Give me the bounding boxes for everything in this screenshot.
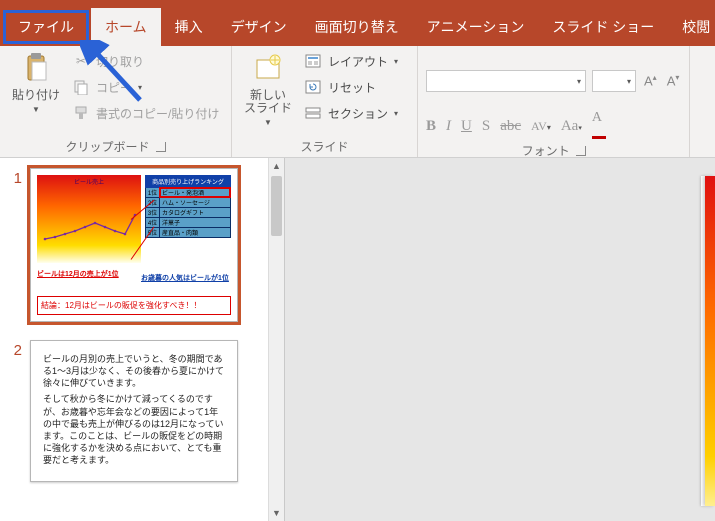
tab-design[interactable]: デザイン xyxy=(217,8,301,46)
paste-label: 貼り付け xyxy=(12,89,60,102)
shadow-button[interactable]: S xyxy=(482,118,490,135)
scroll-down-icon[interactable]: ▼ xyxy=(269,505,284,521)
tab-home[interactable]: ホーム xyxy=(91,8,161,46)
decrease-font-button[interactable]: A▾ xyxy=(665,73,682,88)
copy-button[interactable]: コピー ▾ xyxy=(70,76,221,98)
slide-canvas[interactable] xyxy=(285,158,715,521)
dialog-launcher-icon[interactable] xyxy=(156,142,166,152)
title-bar xyxy=(0,0,715,8)
table-cell: 1位 xyxy=(146,188,160,197)
slide-thumbnail-2[interactable]: ビールの月別の売上でいうと、冬の期間である1～3月は少なく、その後春から夏にかけ… xyxy=(30,340,238,482)
thumb-number: 1 xyxy=(6,168,22,322)
slide1-chart-title: ビール売上 xyxy=(37,177,141,186)
table-cell: 産直品・肉類 xyxy=(160,228,230,237)
new-slide-label: 新しい スライド xyxy=(244,89,292,115)
layout-button[interactable]: レイアウト ▾ xyxy=(302,50,400,72)
group-slides-label: スライド xyxy=(300,138,348,155)
format-painter-button[interactable]: 書式のコピー/貼り付け xyxy=(70,102,221,124)
section-label: セクション xyxy=(328,105,388,122)
font-size-combo[interactable]: ▾ xyxy=(592,70,636,92)
thumbnail-pane: 1 ビール売上 商品別売り上げランキング 1位ビール・発泡酒 2位ハム・ソーセー… xyxy=(0,158,285,521)
table-cell: カタログギフト xyxy=(160,208,230,217)
paintbrush-icon xyxy=(72,104,90,122)
line-chart-icon xyxy=(43,209,143,249)
slide1-conclusion: 結論：12月はビールの販促を強化すべき！！ xyxy=(37,296,231,315)
group-slides: 新しい スライド ▼ レイアウト ▾ リセット セクション ▾ xyxy=(232,46,418,157)
chevron-down-icon: ▾ xyxy=(394,109,398,118)
change-case-button[interactable]: Aa▾ xyxy=(561,118,582,135)
paste-icon xyxy=(19,52,53,86)
group-font-label: フォント xyxy=(522,142,570,159)
chevron-down-icon: ▼ xyxy=(264,118,272,127)
slide1-chart: ビール売上 xyxy=(37,175,141,263)
slide1-table: 商品別売り上げランキング 1位ビール・発泡酒 2位ハム・ソーセージ 3位カタログ… xyxy=(145,175,231,238)
table-cell: ハム・ソーセージ xyxy=(160,198,230,207)
copy-label: コピー xyxy=(96,79,132,96)
char-spacing-button[interactable]: AV▾ xyxy=(531,119,551,134)
section-button[interactable]: セクション ▾ xyxy=(302,102,400,124)
slide1-caption-left: ビールは12月の売上が1位 xyxy=(37,269,119,279)
workspace: 1 ビール売上 商品別売り上げランキング 1位ビール・発泡酒 2位ハム・ソーセー… xyxy=(0,158,715,521)
copy-icon xyxy=(72,78,90,96)
thumb-number: 2 xyxy=(6,340,22,482)
reset-label: リセット xyxy=(328,79,376,96)
layout-label: レイアウト xyxy=(328,53,388,70)
slide-thumbnail-1[interactable]: ビール売上 商品別売り上げランキング 1位ビール・発泡酒 2位ハム・ソーセージ … xyxy=(30,168,238,322)
paste-button[interactable]: 貼り付け ▼ xyxy=(8,50,64,116)
underline-button[interactable]: U xyxy=(461,118,472,135)
tab-transitions[interactable]: 画面切り替え xyxy=(301,8,413,46)
group-clipboard-label: クリップボード xyxy=(65,138,149,155)
new-slide-button[interactable]: 新しい スライド ▼ xyxy=(240,50,296,129)
font-color-button[interactable]: A xyxy=(592,110,606,142)
italic-button[interactable]: I xyxy=(446,118,451,135)
table-cell: ビール・発泡酒 xyxy=(160,188,230,197)
table-cell: 洋菓子 xyxy=(160,218,230,227)
new-slide-icon xyxy=(251,52,285,86)
tab-file[interactable]: ファイル xyxy=(3,10,89,44)
slide1-caption-right: お歳暮の人気はビールが1位 xyxy=(141,273,229,283)
dialog-launcher-icon[interactable] xyxy=(576,146,586,156)
ribbon: 貼り付け ▼ ✂ 切り取り コピー ▾ 書式のコピー/貼り付け クリップ xyxy=(0,46,715,158)
slide2-para2: そして秋から冬にかけて減ってくるのですが、お歳暮や忘年会などの要因によって1年の… xyxy=(43,393,225,466)
strikethrough-button[interactable]: abc xyxy=(500,118,521,135)
reset-button[interactable]: リセット xyxy=(302,76,400,98)
format-painter-label: 書式のコピー/貼り付け xyxy=(96,105,219,122)
tab-animations[interactable]: アニメーション xyxy=(413,8,539,46)
thumbnail-scrollbar[interactable]: ▲ ▼ xyxy=(268,158,284,521)
tab-insert[interactable]: 挿入 xyxy=(161,8,217,46)
cut-label: 切り取り xyxy=(96,53,144,70)
chevron-down-icon: ▾ xyxy=(138,83,142,92)
group-clipboard: 貼り付け ▼ ✂ 切り取り コピー ▾ 書式のコピー/貼り付け クリップ xyxy=(0,46,232,157)
reset-icon xyxy=(304,78,322,96)
chevron-down-icon: ▼ xyxy=(32,105,40,114)
cut-button[interactable]: ✂ 切り取り xyxy=(70,50,221,72)
scrollbar-thumb[interactable] xyxy=(271,176,282,236)
scroll-up-icon[interactable]: ▲ xyxy=(269,158,284,174)
ribbon-tabs: ファイル ホーム 挿入 デザイン 画面切り替え アニメーション スライド ショー… xyxy=(0,8,715,46)
increase-font-button[interactable]: A▴ xyxy=(642,73,659,88)
slide1-table-header: 商品別売り上げランキング xyxy=(145,175,231,188)
font-family-combo[interactable]: ▾ xyxy=(426,70,586,92)
bold-button[interactable]: B xyxy=(426,118,436,135)
layout-icon xyxy=(304,52,322,70)
tab-review[interactable]: 校閲 xyxy=(668,8,715,46)
tab-slideshow[interactable]: スライド ショー xyxy=(538,8,668,46)
chevron-down-icon: ▾ xyxy=(577,77,581,86)
chevron-down-icon: ▾ xyxy=(627,77,631,86)
section-icon xyxy=(304,104,322,122)
table-cell: 3位 xyxy=(146,208,160,217)
scissors-icon: ✂ xyxy=(72,52,90,70)
slide2-para1: ビールの月別の売上でいうと、冬の期間である1～3月は少なく、その後春から夏にかけ… xyxy=(43,353,225,389)
chevron-down-icon: ▾ xyxy=(394,57,398,66)
slide-gradient xyxy=(705,176,715,506)
group-font: ▾ ▾ A▴ A▾ B I U S abc AV▾ Aa▾ A フォント xyxy=(418,46,690,157)
